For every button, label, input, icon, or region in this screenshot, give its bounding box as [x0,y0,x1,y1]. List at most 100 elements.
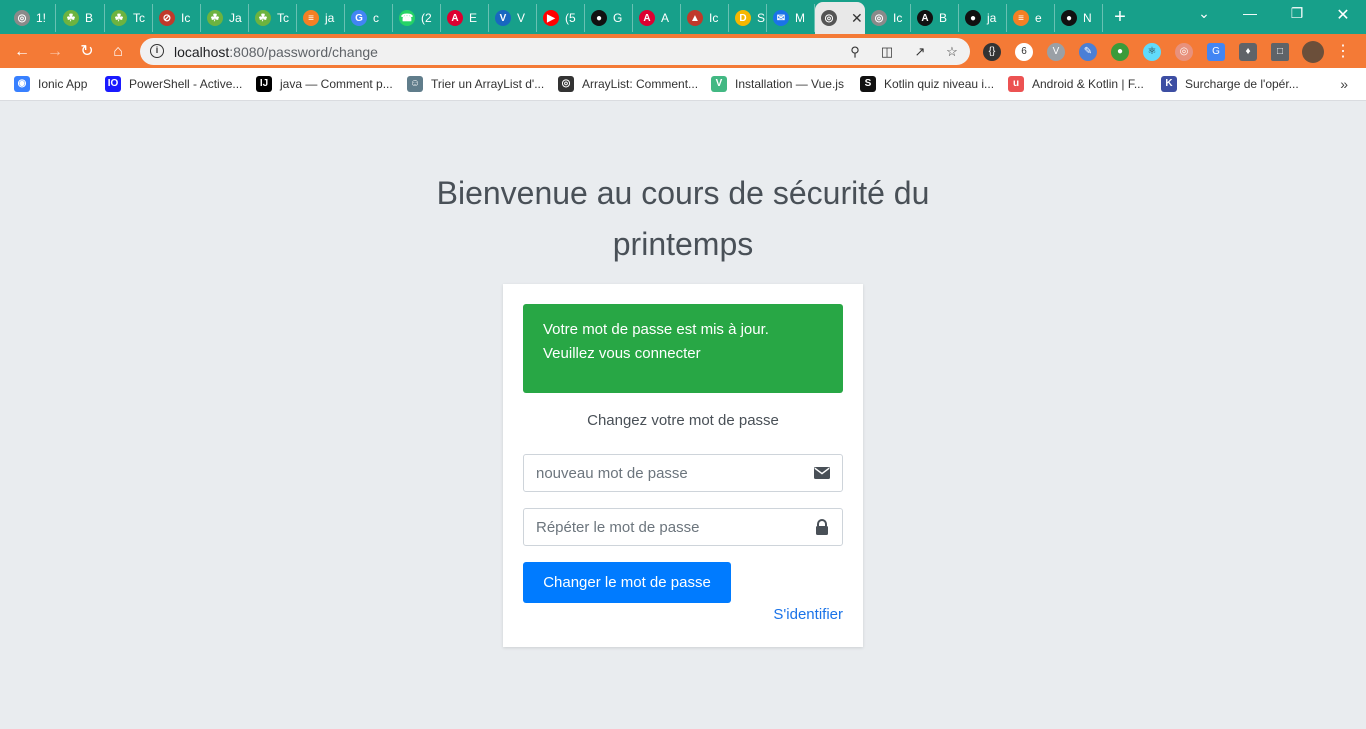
extension-pen-icon[interactable]: ✎ [1079,43,1097,61]
kotlin-icon: S [860,76,876,92]
repeat-password-field[interactable] [523,508,843,546]
login-link[interactable]: S'identifier [773,606,843,623]
close-window-icon[interactable]: ✕ [1333,5,1353,25]
tab[interactable]: ● N [1055,4,1103,32]
tab[interactable]: ≡ e [1007,4,1055,32]
tab[interactable]: ▲ Ic [681,4,729,32]
bookmark-label: ArrayList: Comment... [582,77,699,91]
tab-search-chevron-icon[interactable]: ⌄ [1194,5,1214,22]
tab-label: Ja [229,11,242,25]
tab[interactable]: ☘ Ja [201,4,249,32]
extension-translate-icon[interactable]: G [1207,43,1225,61]
tab[interactable]: ☎ (2 [393,4,441,32]
lock-icon [816,519,828,535]
tab[interactable]: AE [441,4,489,32]
extension-react-icon[interactable]: ⚛ [1143,43,1161,61]
reload-icon[interactable]: ↻ [77,42,97,62]
maven-icon: ▲ [687,10,703,26]
password-change-card: Votre mot de passe est mis à jour. Veuil… [503,284,863,647]
tab[interactable]: Gc [345,4,393,32]
bookmark-item[interactable]: IO PowerShell - Active... [105,76,242,92]
whatsapp-icon: ☎ [399,10,415,26]
tab-label: V [517,11,526,25]
tab[interactable]: ⊘ Ic [153,4,201,32]
tab[interactable]: ≡ ja [297,4,345,32]
menu-kebab-icon[interactable]: ⋮ [1334,43,1352,61]
tab[interactable]: ● G [585,4,633,32]
tab-active[interactable]: ◎ ✕ [815,2,865,34]
bookmark-item[interactable]: V Installation — Vue.js [711,76,844,92]
tab[interactable]: ◎ 1! [8,4,56,32]
tab-label: e [1035,11,1042,25]
tab-label: 1! [36,11,47,25]
bookmark-item[interactable]: u Android & Kotlin | F... [1008,76,1144,92]
tab-label: Tc [277,11,289,25]
repeat-password-input[interactable] [524,509,794,545]
bookmark-label: Surcharge de l'opér... [1185,77,1299,91]
extension-globe-icon[interactable]: ● [1111,43,1129,61]
new-password-input[interactable] [524,455,794,491]
site-info-icon[interactable]: i [150,44,164,58]
tab[interactable]: AB [911,4,959,32]
bookmark-item[interactable]: S Kotlin quiz niveau i... [860,76,994,92]
bookmark-item[interactable]: IJ java — Comment p... [256,76,393,92]
globe-icon: ◎ [871,10,887,26]
tab[interactable]: ☘ Tc [249,4,297,32]
tab-label: N [1083,11,1092,25]
bookmark-item[interactable]: K Surcharge de l'opér... [1161,76,1299,92]
tab-strip: + ⌄ — ❐ ✕ ◎ 1! ☘ B ☘ Tc ⊘ Ic ☘ Ja ☘ Tc ≡ ja Gc ☎ (2 A E V V ▶… [0,0,1366,34]
bookmark-item[interactable]: ◉ Ionic App [14,76,87,92]
extension-6-icon[interactable]: 6 [1015,43,1033,61]
profile-avatar[interactable] [1302,41,1324,63]
tab[interactable]: AA [633,4,681,32]
github-icon: ● [591,10,607,26]
key-icon[interactable]: ⚲ [846,43,864,61]
change-password-button[interactable]: Changer le mot de passe [523,562,731,603]
tab[interactable]: DS [729,4,767,32]
forward-icon[interactable]: → [45,42,65,62]
bookmark-star-icon[interactable]: ☆ [943,43,961,61]
github-icon: ● [1061,10,1077,26]
globe-icon: ◎ [14,10,30,26]
home-icon[interactable]: ⌂ [108,42,128,62]
restore-icon[interactable]: ❐ [1287,5,1307,22]
back-icon[interactable]: ← [12,42,32,62]
mail-icon: ✉ [773,10,789,26]
new-password-field[interactable] [523,454,843,492]
bookmark-label: Kotlin quiz niveau i... [884,77,995,91]
tab[interactable]: VV [489,4,537,32]
share-icon[interactable]: ↗ [911,43,929,61]
tab[interactable]: ☘ B [57,4,105,32]
address-bar[interactable]: i localhost:8080/password/change ⚲ ◫ ↗ ☆ [140,38,970,65]
extension-target-icon[interactable]: ◎ [1175,43,1193,61]
side-panel-icon[interactable]: □ [1271,43,1289,61]
angular-icon: A [447,10,463,26]
tab[interactable]: ✉ M [767,4,815,32]
tab-label: Ic [893,11,903,25]
minimize-icon[interactable]: — [1240,5,1260,21]
extensions-puzzle-icon[interactable]: ♦ [1239,43,1257,61]
bookmark-item[interactable]: ☺ Trier un ArrayList d'... [407,76,544,92]
more-bookmarks-chevron-icon[interactable]: » [1340,76,1348,92]
google-icon: G [351,10,367,26]
close-tab-icon[interactable]: ✕ [851,10,863,27]
url-path: :8080/password/change [229,44,378,60]
extension-json-icon[interactable]: {} [983,43,1001,61]
tab[interactable]: ☘ Tc [105,4,153,32]
tab-label: (2 [421,11,432,25]
translate-icon[interactable]: ◫ [878,43,896,61]
extension-vue-icon[interactable]: V [1047,43,1065,61]
bookmark-label: Trier un ArrayList d'... [431,77,545,91]
tab[interactable]: ◎ Ic [865,4,911,32]
tab-label: B [939,11,948,25]
bookmark-label: Android & Kotlin | F... [1032,77,1144,91]
tab-label: c [373,11,379,25]
new-tab-button[interactable]: + [1110,6,1130,29]
bookmark-item[interactable]: ◎ ArrayList: Comment... [558,76,698,92]
bookmark-label: java — Comment p... [280,77,393,91]
url-text[interactable]: localhost:8080/password/change [174,44,378,60]
browser-toolbar: ← → ↻ ⌂ i localhost:8080/password/change… [0,34,1366,68]
tab[interactable]: ● ja [959,4,1007,32]
tab[interactable]: ▶ (5 [537,4,585,32]
spring-leaf-icon: ☘ [207,10,223,26]
